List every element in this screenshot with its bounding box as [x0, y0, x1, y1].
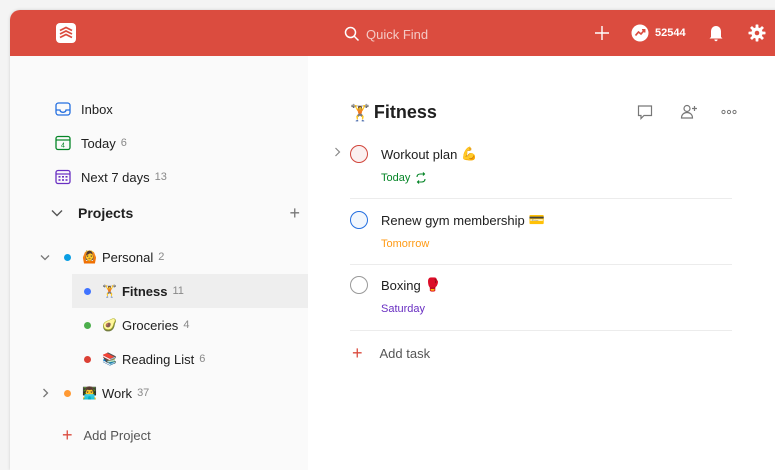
add-task-button[interactable]: + Add task [352, 344, 430, 362]
sidebar-item-label: Today [81, 135, 116, 151]
boxing-glove-emoji-icon: 🥊 [424, 277, 441, 292]
more-options-button[interactable] [720, 103, 738, 121]
weightlifter-emoji-icon: 🏋 [350, 104, 370, 122]
more-horizontal-icon [721, 109, 737, 115]
credit-card-emoji-icon: 💳 [528, 212, 545, 227]
project-count: 2 [158, 251, 165, 263]
svg-text:4: 4 [61, 143, 65, 150]
karma-icon [631, 24, 649, 42]
project-color-dot [84, 355, 91, 363]
page-title: Fitness [373, 102, 437, 122]
due-date[interactable]: Saturday [381, 303, 425, 315]
comments-button[interactable] [636, 103, 654, 121]
task-checkbox[interactable] [350, 276, 368, 294]
add-project-button[interactable]: + Add Project [62, 426, 151, 444]
chevron-down-icon[interactable] [50, 209, 64, 217]
due-date-label: Saturday [381, 303, 426, 315]
share-button[interactable] [680, 103, 698, 121]
add-person-icon [680, 104, 697, 119]
sidebar-item-label: Inbox [81, 101, 113, 117]
flexed-biceps-emoji-icon: 💪 [461, 146, 478, 161]
project-name: Groceries [121, 317, 179, 333]
project-item-work[interactable]: 👨‍💻 Work 37 [38, 376, 308, 410]
sidebar-item-next-7-days[interactable]: Next 7 days 13 [54, 166, 167, 188]
karma-button[interactable]: 52544 [631, 23, 686, 43]
project-count: 4 [183, 319, 190, 331]
project-color-dot [84, 321, 91, 329]
sidebar-item-inbox[interactable]: Inbox [54, 98, 113, 120]
plus-icon: + [62, 425, 73, 445]
project-item-groceries[interactable]: 🥑 Groceries 4 [84, 308, 308, 342]
due-date[interactable]: Today [381, 172, 427, 184]
project-name: Personal [101, 249, 154, 265]
top-bar: 52544 [10, 10, 775, 56]
search-input[interactable] [366, 26, 506, 42]
project-item-fitness[interactable]: 🏋 Fitness 11 [72, 274, 308, 308]
sidebar-item-label: Next 7 days [81, 169, 150, 185]
project-name: Work [101, 385, 133, 401]
add-task-label: Add task [379, 345, 431, 361]
books-emoji-icon: 📚 [102, 352, 117, 366]
plus-icon: + [352, 343, 363, 363]
project-header: 🏋 Fitness [350, 102, 437, 123]
projects-label: Projects [78, 205, 134, 221]
technologist-emoji-icon: 👨‍💻 [82, 386, 97, 400]
settings-button[interactable] [748, 23, 766, 43]
quick-find[interactable] [344, 24, 506, 44]
recurring-icon [416, 172, 426, 184]
task-title: Renew gym membership [381, 212, 525, 228]
add-project-plus-icon[interactable]: + [289, 202, 300, 224]
person-emoji-icon: 🙆 [82, 250, 97, 264]
project-color-dot [84, 287, 91, 295]
chevron-right-icon[interactable] [334, 147, 341, 160]
project-name: Fitness [121, 283, 168, 299]
add-project-label: Add Project [83, 427, 151, 443]
project-count: 11 [172, 285, 184, 297]
chevron-down-icon[interactable] [38, 254, 52, 261]
due-date[interactable]: Tomorrow [381, 238, 429, 250]
task-content[interactable]: Workout plan 💪 [381, 146, 478, 162]
task-row[interactable]: Boxing 🥊 Saturday [350, 276, 732, 331]
project-item-personal[interactable]: 🙆 Personal 2 [38, 240, 308, 274]
main-content: 🏋 Fitness Workout plan 💪 Today Renew gym… [308, 56, 775, 470]
task-count: 6 [120, 137, 127, 149]
task-content[interactable]: Boxing 🥊 [381, 277, 441, 293]
project-color-dot [64, 253, 71, 261]
projects-section-header[interactable]: Projects + [50, 202, 300, 224]
bell-icon [709, 26, 723, 42]
notifications-button[interactable] [708, 23, 724, 43]
task-row[interactable]: Workout plan 💪 Today [335, 145, 732, 199]
project-count: 6 [199, 353, 206, 365]
app-window: 52544 [10, 10, 775, 470]
search-icon [344, 26, 360, 42]
task-checkbox[interactable] [350, 145, 368, 163]
due-date-label: Today [381, 172, 411, 184]
calendar-week-icon [54, 168, 72, 186]
weightlifter-emoji-icon: 🏋 [102, 284, 117, 298]
project-name: Reading List [121, 351, 195, 367]
add-task-quick-button[interactable] [594, 23, 610, 43]
sidebar: Inbox 4 Today 6 Next 7 days 13 Projects … [10, 56, 308, 470]
due-date-label: Tomorrow [381, 238, 430, 250]
todoist-logo-icon[interactable] [56, 23, 76, 43]
chevron-right-icon[interactable] [38, 388, 52, 398]
gear-icon [748, 24, 766, 42]
task-row[interactable]: Renew gym membership 💳 Tomorrow [350, 211, 732, 265]
calendar-today-icon: 4 [54, 134, 72, 152]
sidebar-item-today[interactable]: 4 Today 6 [54, 132, 127, 154]
task-content[interactable]: Renew gym membership 💳 [381, 212, 545, 228]
avocado-emoji-icon: 🥑 [102, 318, 117, 332]
plus-icon [595, 26, 609, 40]
task-title: Workout plan [381, 146, 458, 162]
project-item-reading-list[interactable]: 📚 Reading List 6 [84, 342, 308, 376]
inbox-icon [54, 100, 72, 118]
project-count: 37 [137, 387, 150, 399]
task-title: Boxing [381, 277, 421, 293]
task-checkbox[interactable] [350, 211, 368, 229]
task-count: 13 [154, 171, 167, 183]
karma-count: 52544 [655, 27, 686, 39]
comment-icon [637, 105, 653, 120]
project-color-dot [64, 389, 71, 397]
